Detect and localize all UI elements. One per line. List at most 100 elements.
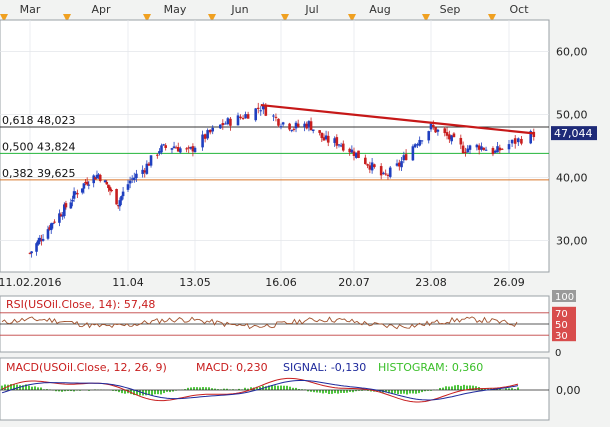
histogram-bar	[442, 387, 444, 390]
macd-title: MACD(USOil.Close, 12, 26, 9) MACD: 0,230…	[6, 361, 483, 374]
histogram-bar	[331, 390, 333, 394]
candle-body	[30, 251, 33, 254]
candle-body	[64, 203, 68, 208]
candle-body	[49, 223, 53, 231]
candle-body	[51, 223, 55, 225]
candle-body	[105, 181, 109, 185]
candle-body	[87, 184, 91, 186]
candle-body	[418, 139, 421, 146]
candle-body	[326, 135, 330, 143]
candle-body	[500, 148, 504, 150]
candle-body	[46, 229, 50, 239]
histogram-bar	[157, 390, 159, 395]
candle-body	[450, 135, 453, 142]
candle-body	[164, 145, 167, 148]
histogram-bar	[409, 390, 411, 394]
histogram-bar	[418, 390, 420, 394]
histogram-bar	[328, 390, 330, 395]
candle-body	[368, 165, 372, 170]
price-tick-label: 60,00	[556, 46, 588, 59]
candle-body	[384, 173, 388, 175]
candle-body	[72, 191, 76, 199]
candle-body	[475, 144, 479, 148]
candle-body	[121, 191, 125, 197]
candle-body	[126, 184, 130, 190]
histogram-bar	[403, 390, 405, 394]
month-header-bg	[0, 0, 549, 19]
histogram-bar	[37, 387, 39, 390]
month-label-may: May	[164, 3, 187, 16]
histogram-bar	[397, 390, 399, 395]
price-axis: 30,00 40,00 50,00 60,00 47,044	[551, 46, 597, 248]
histogram-bar	[16, 384, 18, 390]
candle-body	[318, 130, 321, 133]
candle-body	[203, 134, 207, 139]
rsi-tick-label: 100	[555, 292, 574, 303]
candle-body	[288, 123, 291, 130]
candle-body	[402, 155, 406, 161]
date-tick-label: 11.04	[112, 276, 144, 289]
date-tick-label: 11.02.2016	[0, 276, 61, 289]
candle-body	[352, 151, 356, 156]
histogram-bar	[334, 390, 336, 394]
macd-axis: 0,00	[556, 384, 581, 397]
candle-body	[115, 188, 118, 205]
histogram-bar	[319, 390, 321, 393]
candle-body	[337, 144, 341, 146]
candle-body	[496, 146, 499, 153]
candle-body	[254, 108, 258, 121]
histogram-bar	[412, 390, 414, 394]
histogram-bar	[190, 387, 192, 390]
candle-body	[420, 140, 424, 142]
histogram-bar	[205, 387, 207, 390]
histogram-bar	[199, 387, 201, 390]
candle-body	[382, 172, 385, 174]
histogram-bar	[283, 385, 285, 390]
candle-body	[246, 114, 250, 119]
date-tick-label: 13.05	[179, 276, 211, 289]
date-tick-label: 16.06	[265, 276, 297, 289]
month-label-jun: Jun	[230, 3, 248, 16]
histogram-bar	[517, 387, 519, 390]
candle-body	[477, 145, 481, 150]
rsi-tick-label: 30	[555, 331, 568, 342]
candle-body	[445, 132, 449, 136]
candle-body	[239, 116, 242, 119]
date-axis: 11.02.2016 11.04 13.05 16.06 20.07 23.08 26.09	[0, 276, 525, 289]
candle-body	[290, 130, 294, 132]
candle-body	[397, 162, 401, 167]
candle-body	[395, 163, 399, 166]
candle-body	[160, 145, 163, 153]
histogram-bar	[34, 386, 36, 390]
candle-body	[274, 116, 278, 118]
histogram-bar	[460, 385, 462, 390]
histogram-bar	[340, 390, 342, 393]
macd-tick-label: 0,00	[556, 384, 581, 397]
candle-body	[386, 174, 390, 176]
histogram-bar	[193, 387, 195, 390]
candle-body	[427, 131, 431, 141]
candle-body	[341, 143, 345, 151]
candle-body	[434, 127, 437, 133]
candle-body	[482, 147, 486, 150]
candle-body	[459, 137, 463, 145]
histogram-bar	[163, 390, 165, 394]
histogram-bar	[196, 387, 198, 390]
fib-label: 0,382 39,625	[2, 167, 75, 180]
candle-body	[244, 114, 247, 119]
fib-label: 0,618 48,023	[2, 114, 75, 127]
candle-body	[311, 129, 315, 132]
histogram-bar	[325, 390, 327, 393]
candle-body	[404, 154, 408, 161]
histogram-bar	[160, 390, 162, 395]
candle-body	[296, 123, 300, 127]
candle-body	[71, 200, 74, 202]
histogram-bar	[394, 390, 396, 394]
candle-body	[259, 110, 263, 112]
candle-body	[416, 144, 419, 146]
candle-body	[379, 166, 383, 176]
price-panel-frame	[0, 19, 550, 273]
histogram-bar	[28, 385, 30, 390]
candle-body	[120, 196, 123, 201]
candle-body	[309, 121, 313, 131]
